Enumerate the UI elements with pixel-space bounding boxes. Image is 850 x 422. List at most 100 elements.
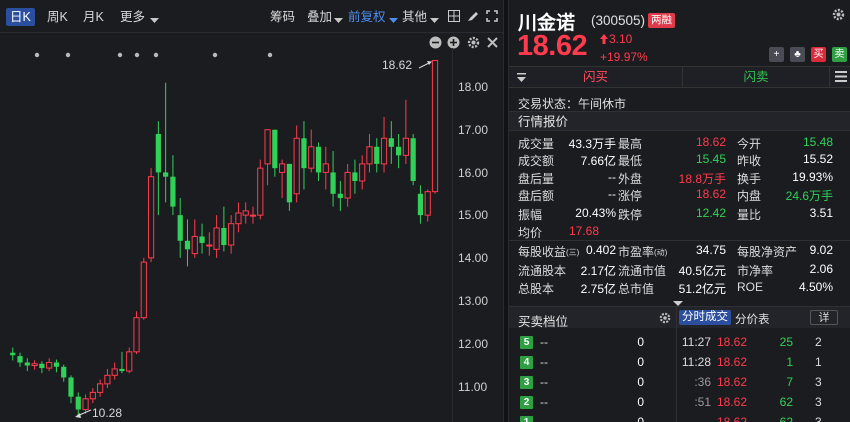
quote-value: 2.75亿 (580, 282, 616, 296)
other-button[interactable]: 其他 (402, 8, 427, 26)
quote-value: -- (608, 170, 616, 184)
candle-body (424, 191, 431, 216)
candle (119, 351, 125, 374)
sell-button[interactable]: 卖 (832, 47, 847, 62)
quote-value: -- (608, 187, 616, 201)
quote-label-suffix: (动) (654, 248, 668, 257)
candle (330, 151, 336, 207)
detail-button[interactable]: 详 (810, 310, 838, 325)
tick-price: 18.62 (717, 335, 748, 349)
price-axis-label: 16.00 (458, 166, 489, 180)
tab-daily-k[interactable]: 日K (6, 8, 35, 26)
candle (213, 215, 220, 258)
quote-label: 流通股本 (518, 264, 567, 278)
candle-body (228, 223, 235, 246)
tick-price: 18.62 (717, 415, 748, 422)
price-axis (452, 48, 502, 422)
candle (39, 361, 45, 374)
candle-body (213, 227, 220, 250)
tab-time-and-sales[interactable]: 分时成交 (679, 310, 731, 325)
adjust-chevron-icon[interactable] (389, 13, 401, 25)
low-arrow-icon (75, 409, 92, 418)
candle-body (264, 129, 271, 165)
candle-body (374, 146, 380, 164)
orderbook-volume: 0 (637, 375, 644, 389)
flash-sell-button[interactable]: 闪卖 (683, 67, 830, 87)
candle (308, 129, 315, 173)
margin-trading-badge: 两融 (648, 13, 675, 28)
orderbook-price[interactable]: -- (540, 355, 548, 369)
candle-body (104, 374, 111, 385)
orderbook-price[interactable]: -- (540, 415, 548, 422)
draw-pen-icon[interactable] (467, 10, 479, 22)
quote-label: 市净率 (737, 264, 774, 278)
adjust-forward-button[interactable]: 前复权 (348, 8, 386, 26)
candle-body (344, 171, 351, 199)
tick-time: :51 (694, 395, 711, 409)
quote-label: 最高 (618, 137, 643, 151)
quote-label: 每股净资产 (737, 245, 798, 259)
price-axis-label: 12.00 (458, 337, 489, 351)
tick-time: 11:27 (681, 335, 711, 349)
tick-price: 18.62 (717, 395, 748, 409)
flash-trade-bar: 闪买 闪卖 (509, 66, 850, 88)
buy-button[interactable]: 买 (811, 47, 826, 62)
candle (140, 257, 147, 320)
chart-toolbar: 日K 周K 月K 更多 筹码 叠加 前复权 其他 (0, 0, 503, 33)
quote-label: 成交额 (518, 154, 555, 168)
candle-body (61, 366, 67, 378)
chips-button[interactable]: 筹码 (270, 8, 295, 26)
expand-icon[interactable] (486, 10, 498, 22)
tab-more[interactable]: 更多 (120, 8, 145, 26)
quote-value: 2.06 (809, 262, 833, 276)
tick-time: :36 (694, 375, 711, 389)
quote-label: 总市值 (618, 282, 655, 296)
stock-code: (300505) (591, 13, 646, 28)
other-chevron-icon[interactable] (430, 13, 442, 25)
panel-settings-gear-icon[interactable] (832, 8, 845, 24)
price-alert-button[interactable]: ♣ (790, 47, 805, 62)
overlay-button[interactable]: 叠加 (307, 8, 332, 26)
candle-body (191, 236, 198, 255)
quote-value: 15.48 (802, 135, 833, 149)
grid-icon[interactable] (448, 10, 460, 22)
orderbook-price[interactable]: -- (540, 335, 548, 349)
tick-volume: 7 (786, 375, 793, 389)
candle (89, 388, 96, 404)
tab-monthly-k[interactable]: 月K (83, 8, 104, 26)
add-watchlist-button[interactable]: + (769, 47, 784, 62)
candle (133, 311, 140, 354)
quote-label: 总股本 (518, 282, 555, 296)
candle-body (330, 172, 336, 194)
candle (170, 155, 176, 216)
tab-weekly-k[interactable]: 周K (47, 8, 68, 26)
candle (366, 133, 373, 173)
candle-body (396, 146, 402, 156)
candle (301, 121, 307, 190)
candle-body (206, 244, 213, 247)
overlay-chevron-icon[interactable] (334, 13, 346, 25)
orderbook-price[interactable]: -- (540, 395, 548, 409)
quote-label: 盘后量 (518, 172, 555, 186)
orderbook-gear-icon[interactable] (659, 312, 671, 327)
quote-value: 2.17亿 (580, 264, 616, 278)
price-axis-label: 18.00 (458, 80, 489, 94)
candle (359, 155, 366, 190)
orderbook-level-badge: 3 (520, 376, 533, 389)
quote-label: 今开 (737, 137, 762, 151)
tick-volume: 62 (779, 415, 793, 422)
quote-value: 40.5亿元 (678, 264, 726, 278)
candle-body (308, 146, 315, 169)
menu-icon[interactable] (835, 71, 847, 85)
candle (221, 206, 227, 252)
orderbook-price[interactable]: -- (540, 375, 548, 389)
flash-buy-button[interactable]: 闪买 (509, 67, 683, 87)
candle (264, 129, 271, 186)
candle-body (279, 163, 286, 173)
candle (206, 232, 213, 256)
candle-body (39, 363, 45, 369)
candle (104, 368, 111, 389)
candle (68, 375, 74, 404)
tab-price-distribution[interactable]: 分价表 (735, 311, 770, 327)
chevron-down-icon[interactable] (150, 13, 162, 25)
